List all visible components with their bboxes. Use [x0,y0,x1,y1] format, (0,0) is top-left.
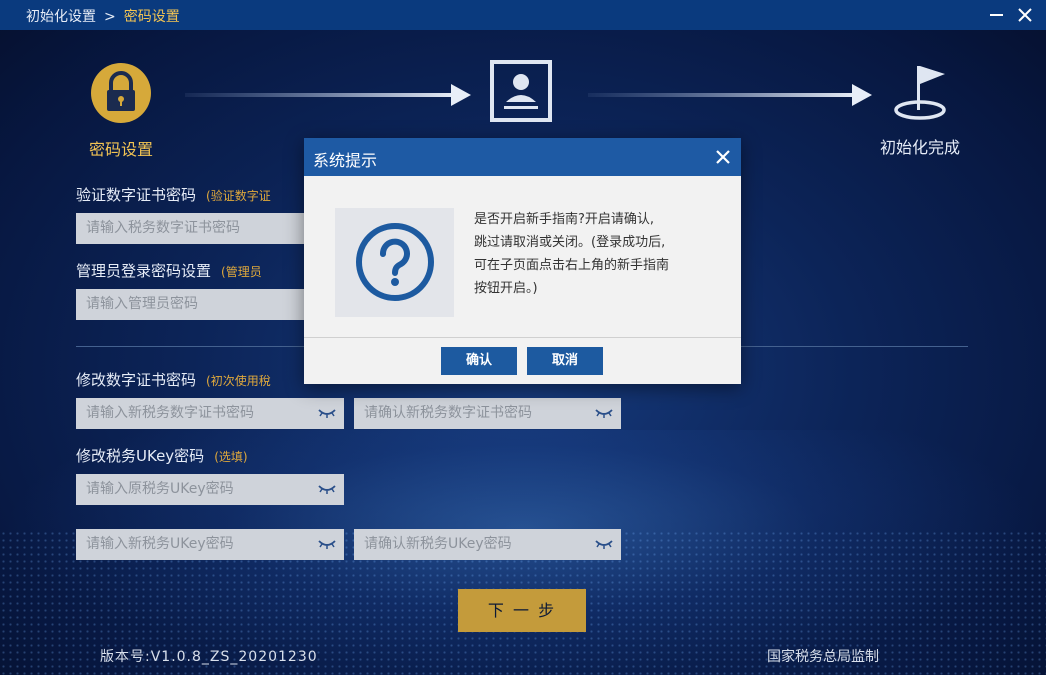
dialog-header: 系统提示 [304,138,741,176]
question-icon [356,223,434,301]
version-text: 版本号:V1.0.8_ZS_20201230 [100,649,318,665]
title-bar: 初始化设置 > 密码设置 [0,0,1046,30]
minimize-button[interactable] [986,4,1008,26]
ukey-hint: (选填) [214,450,248,464]
authority-text: 国家税务总局监制 [767,649,879,665]
old-ukey-password-input[interactable]: 请输入原税务UKey密码 [76,474,344,505]
step-arrow-1 [185,84,471,106]
dialog-close-button[interactable] [712,146,734,168]
step-arrow-2 [588,84,872,106]
eye-closed-icon[interactable] [318,538,336,550]
admin-password-input[interactable]: 请输入管理员密码 [76,289,304,320]
confirm-cert-password-input[interactable]: 请确认新税务数字证书密码 [354,398,621,429]
step-label-complete: 初始化完成 [879,138,960,157]
eye-closed-icon[interactable] [595,407,613,419]
lock-icon [91,63,151,123]
eye-closed-icon[interactable] [318,483,336,495]
breadcrumb-separator: > [104,9,116,25]
eye-closed-icon[interactable] [595,538,613,550]
new-cert-password-input[interactable]: 请输入新税务数字证书密码 [76,398,344,429]
system-prompt-dialog: 系统提示 是否开启新手指南?开启请确认, 跳过请取消或关闭。(登录成功后, 可在… [304,138,741,384]
step-password-setting: 密码设置 [82,62,160,160]
old-ukey-placeholder: 请输入原税务UKey密码 [86,481,234,497]
verify-cert-label-text: 验证数字证书密码 [76,186,197,204]
new-ukey-placeholder: 请输入新税务UKey密码 [86,536,234,552]
change-cert-label-text: 修改数字证书密码 [76,371,197,389]
breadcrumb-current: 密码设置 [123,9,180,25]
change-cert-hint: (初次使用稅 [206,374,271,388]
admin-hint: (管理员 [221,265,262,279]
minimize-icon [990,14,1003,16]
admin-label-text: 管理员登录密码设置 [76,262,212,280]
eye-closed-icon[interactable] [318,407,336,419]
admin-password-label: 管理员登录密码设置 (管理员 [76,260,262,281]
new-cert-placeholder: 请输入新税务数字证书密码 [86,405,254,421]
dialog-message-line: 按钮开启。) [474,281,538,296]
cancel-button[interactable]: 取消 [527,347,603,375]
close-icon [716,150,730,164]
confirm-ukey-password-input[interactable]: 请确认新税务UKey密码 [354,529,621,560]
dialog-message-line: 可在子页面点击右上角的新手指南 [474,258,670,273]
next-step-button[interactable]: 下 一 步 [458,589,586,632]
confirm-ukey-placeholder: 请确认新税务UKey密码 [364,536,512,552]
verify-cert-label: 验证数字证书密码 (验证数字证 [76,184,271,205]
verify-cert-input[interactable]: 请输入税务数字证书密码 [76,213,304,244]
ukey-label: 修改税务UKey密码 (选填) [76,445,248,466]
confirm-button[interactable]: 确认 [441,347,517,375]
dialog-message-line: 跳过请取消或关闭。(登录成功后, [474,235,666,250]
id-card-icon [490,60,552,122]
change-cert-label: 修改数字证书密码 (初次使用稅 [76,369,271,390]
ukey-label-text: 修改税务UKey密码 [76,447,205,465]
dialog-icon-box [335,208,454,317]
breadcrumb-root[interactable]: 初始化设置 [26,9,96,25]
step-label-password: 密码设置 [88,140,153,159]
window-close-button[interactable] [1014,4,1036,26]
new-ukey-password-input[interactable]: 请输入新税务UKey密码 [76,529,344,560]
dialog-message: 是否开启新手指南?开启请确认, 跳过请取消或关闭。(登录成功后, 可在子页面点击… [474,208,724,300]
dialog-divider [304,337,741,338]
verify-cert-hint: (验证数字证 [206,189,271,203]
confirm-cert-placeholder: 请确认新税务数字证书密码 [364,405,532,421]
breadcrumb: 初始化设置 > 密码设置 [26,6,180,26]
dialog-title: 系统提示 [313,151,378,170]
step-identity [490,60,552,122]
close-icon [1018,8,1032,22]
dialog-message-line: 是否开启新手指南?开启请确认, [474,212,655,227]
flag-icon [894,66,946,120]
step-complete: 初始化完成 [872,60,968,158]
